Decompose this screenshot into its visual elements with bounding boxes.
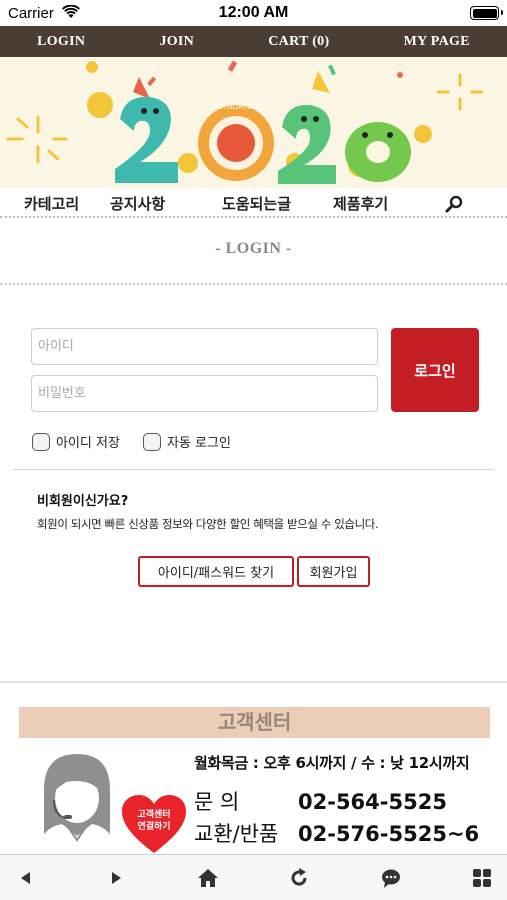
banner-2020[interactable]: OSETGORI.COM	[0, 57, 507, 188]
heart-label-line2: 연결하기	[137, 822, 171, 832]
join-button[interactable]: 회원가입	[297, 556, 370, 587]
login-link[interactable]: LOGIN	[37, 34, 85, 50]
guest-description: 회원이 되시면 빠른 신상품 정보와 다양한 할인 혜택을 받으실 수 있습니다…	[37, 517, 379, 531]
contact-row: 문 의 02-564-5525	[194, 786, 447, 816]
password-input[interactable]	[31, 375, 378, 412]
save-id-checkbox[interactable]: 아이디 저장	[32, 432, 120, 451]
cart-link[interactable]: CART (0)	[268, 34, 329, 50]
category-nav: 카테고리 공지사항 도움되는글 제품후기	[0, 188, 507, 218]
nav-category[interactable]: 카테고리	[24, 193, 79, 214]
save-id-label: 아이디 저장	[56, 436, 120, 451]
search-icon[interactable]	[444, 194, 464, 214]
contact-row: 교환/반품 02-576-5525~6	[194, 818, 479, 848]
id-input[interactable]	[31, 328, 378, 365]
contact-label: 교환/반품	[194, 822, 279, 846]
business-hours: 월화목금 : 오후 6시까지 / 수 : 낮 12시까지	[194, 754, 470, 772]
checkbox-box[interactable]	[143, 432, 161, 451]
battery-icon	[470, 6, 503, 20]
contact-number[interactable]: 02-564-5525	[298, 790, 447, 814]
heart-label-line1: 고객센터	[137, 810, 171, 820]
nav-reviews[interactable]: 제품후기	[333, 193, 388, 214]
contact-number[interactable]: 02-576-5525~6	[298, 822, 479, 846]
auto-login-label: 자동 로그인	[167, 436, 231, 451]
seal-text: OSETGORI.COM	[208, 103, 263, 111]
guest-question: 비회원이신가요?	[37, 494, 129, 509]
nav-notice[interactable]: 공지사항	[110, 193, 165, 214]
mypage-link[interactable]: MY PAGE	[404, 34, 470, 50]
divider	[13, 469, 494, 470]
home-icon[interactable]	[197, 867, 219, 889]
login-button[interactable]: 로그인	[391, 328, 479, 412]
grid-icon[interactable]	[471, 867, 493, 889]
top-nav: LOGIN JOIN CART (0) MY PAGE	[0, 26, 507, 57]
agent-avatar-icon	[36, 754, 118, 854]
divider	[0, 283, 507, 285]
nav-tips[interactable]: 도움되는글	[222, 193, 291, 214]
clock: 12:00 AM	[218, 4, 289, 21]
divider	[0, 681, 507, 683]
back-icon[interactable]	[15, 867, 37, 889]
browser-toolbar	[0, 854, 507, 900]
chat-icon[interactable]	[380, 867, 402, 889]
page-title: - LOGIN -	[215, 240, 292, 257]
status-bar: Carrier 12:00 AM	[0, 0, 507, 26]
auto-login-checkbox[interactable]: 자동 로그인	[143, 432, 231, 451]
customer-center-connect-button[interactable]: 고객센터 연결하기	[122, 795, 186, 855]
forward-icon[interactable]	[105, 867, 127, 889]
checkbox-box[interactable]	[32, 432, 50, 451]
customer-center-title: 고객센터	[19, 707, 490, 738]
join-link[interactable]: JOIN	[159, 34, 194, 50]
banner-illustration: OSETGORI.COM	[6, 60, 484, 184]
find-id-password-button[interactable]: 아이디/패스워드 찾기	[138, 556, 294, 587]
contact-label: 문 의	[194, 790, 240, 814]
refresh-icon[interactable]	[288, 867, 310, 889]
